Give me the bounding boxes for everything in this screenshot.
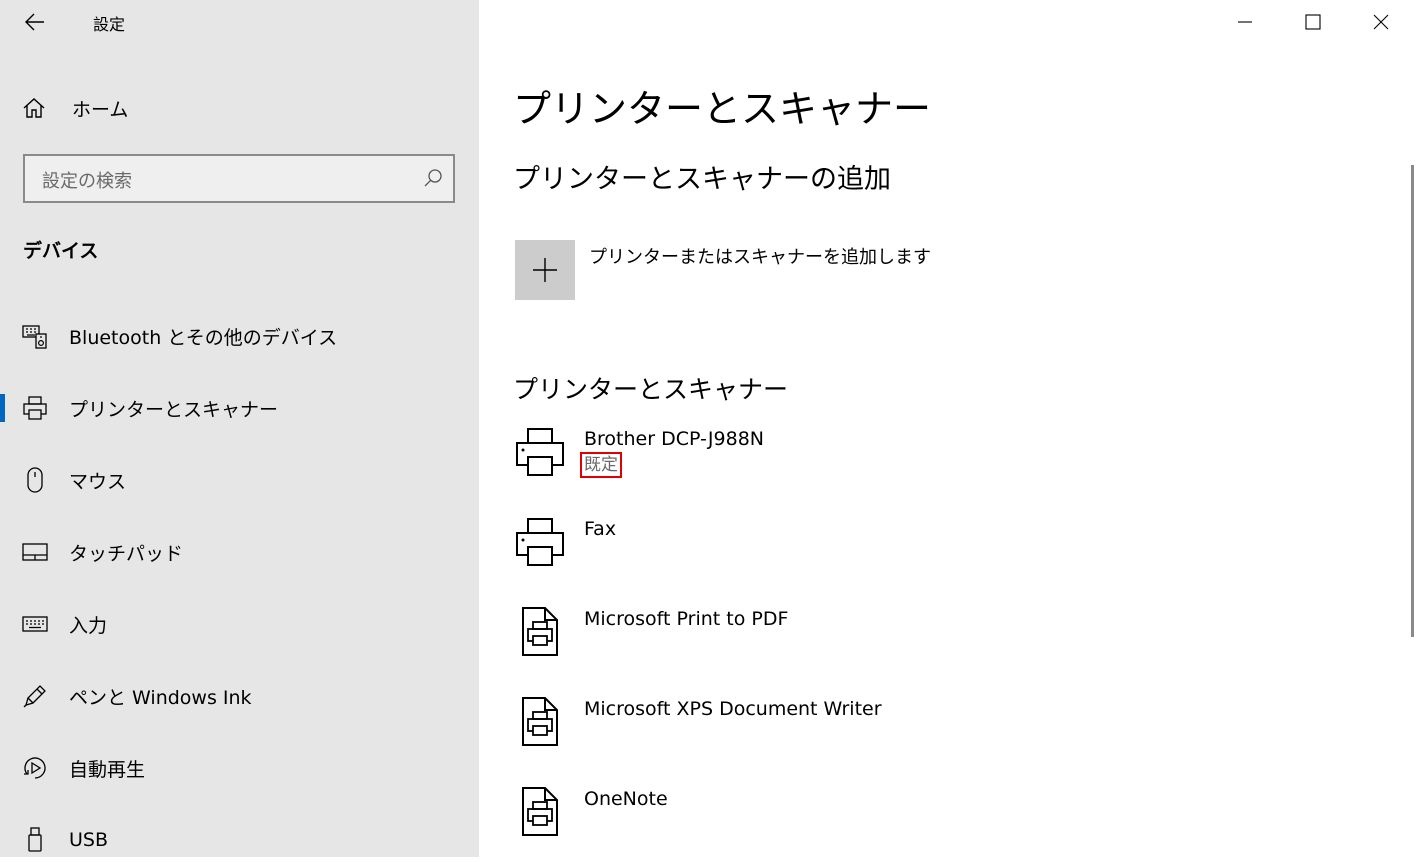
sidebar-item-label: Bluetooth とその他のデバイス [69, 326, 338, 349]
device-status-default: 既定 [580, 452, 622, 478]
sidebar-item-typing[interactable]: 入力 [0, 602, 479, 646]
search-box[interactable]: 設定の検索 [23, 154, 455, 203]
sidebar-item-pen[interactable]: ペンと Windows Ink [0, 674, 479, 718]
usb-icon [22, 827, 48, 853]
add-section-title: プリンターとスキャナーの追加 [513, 164, 891, 195]
maximize-button[interactable] [1279, 0, 1347, 44]
page-title: プリンターとスキャナー [513, 87, 932, 131]
printer-icon [22, 395, 48, 421]
device-name: Microsoft Print to PDF [584, 608, 789, 630]
nav-home[interactable]: ホーム [22, 92, 322, 124]
sidebar-item-label: タッチパッド [69, 542, 184, 565]
minimize-icon [1238, 21, 1252, 23]
sidebar-item-mouse[interactable]: マウス [0, 458, 479, 502]
sidebar-item-label: 自動再生 [69, 758, 146, 781]
sidebar-item-label: USB [69, 829, 109, 851]
scrollbar[interactable] [1411, 165, 1414, 637]
mouse-icon [22, 467, 48, 493]
device-name: OneNote [584, 788, 668, 810]
main-content: プリンターとスキャナー プリンターとスキャナーの追加 プリンターまたはスキャナー… [479, 0, 1417, 857]
maximize-icon [1305, 14, 1321, 30]
close-icon [1373, 14, 1389, 30]
device-item[interactable]: Brother DCP-J988N 既定 [513, 427, 1213, 497]
device-item[interactable]: Microsoft XPS Document Writer [513, 697, 1213, 767]
bluetooth-devices-icon [22, 323, 48, 349]
nav-home-label: ホーム [72, 98, 129, 121]
sidebar-item-autoplay[interactable]: 自動再生 [0, 746, 479, 790]
section-title: デバイス [23, 240, 99, 262]
printer-document-icon [515, 787, 569, 847]
printer-document-icon [515, 607, 569, 667]
printers-list-title: プリンターとスキャナー [513, 375, 789, 404]
sidebar-item-touchpad[interactable]: タッチパッド [0, 530, 479, 574]
app-title: 設定 [93, 15, 126, 34]
search-icon [423, 168, 443, 188]
back-arrow-icon [25, 13, 44, 31]
printer-icon [515, 427, 569, 487]
plus-icon [533, 258, 557, 282]
device-item[interactable]: Microsoft Print to PDF [513, 607, 1213, 677]
close-button[interactable] [1347, 0, 1415, 44]
device-item[interactable]: OneNote [513, 787, 1213, 857]
minimize-button[interactable] [1211, 0, 1279, 44]
sidebar-item-printers[interactable]: プリンターとスキャナー [0, 386, 479, 430]
add-printer-button[interactable] [515, 240, 575, 300]
printer-icon [515, 517, 569, 577]
pen-icon [22, 683, 48, 709]
active-indicator [0, 394, 5, 422]
keyboard-icon [22, 611, 48, 637]
autoplay-icon [22, 755, 48, 781]
sidebar-item-label: 入力 [69, 614, 108, 637]
back-button[interactable] [18, 8, 52, 36]
device-name: Microsoft XPS Document Writer [584, 698, 882, 720]
device-name: Fax [584, 518, 617, 540]
add-printer-label[interactable]: プリンターまたはスキャナーを追加します [589, 243, 931, 269]
sidebar: 設定 ホーム 設定の検索 デバイス Bluetooth とその他のデバイス プリ… [0, 0, 479, 857]
device-name: Brother DCP-J988N [584, 428, 765, 450]
sidebar-item-label: マウス [69, 470, 127, 493]
sidebar-item-bluetooth[interactable]: Bluetooth とその他のデバイス [0, 314, 479, 358]
printer-document-icon [515, 697, 569, 757]
sidebar-item-label: プリンターとスキャナー [69, 398, 279, 421]
sidebar-item-label: ペンと Windows Ink [69, 686, 252, 709]
sidebar-item-usb[interactable]: USB [0, 818, 479, 862]
touchpad-icon [22, 539, 48, 565]
search-placeholder: 設定の検索 [42, 171, 132, 192]
home-icon [23, 98, 45, 118]
device-item[interactable]: Fax [513, 517, 1213, 587]
